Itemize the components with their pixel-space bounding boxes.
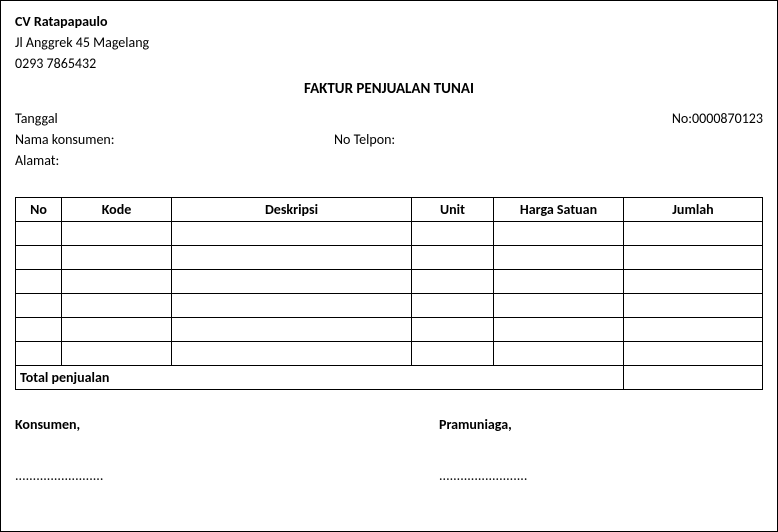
- no-value: 0000870123: [692, 110, 763, 127]
- signatures: Konsumen, ......................... Pram…: [15, 416, 763, 484]
- signature-konsumen: Konsumen, .........................: [15, 416, 389, 484]
- invoice-page: CV Ratapapaulo Jl Anggrek 45 Magelang 02…: [0, 0, 778, 532]
- meta-row-2: Nama konsumen: No Telpon:: [15, 129, 763, 150]
- header-deskripsi: Deskripsi: [172, 198, 412, 222]
- company-info: CV Ratapapaulo Jl Anggrek 45 Magelang 02…: [15, 11, 763, 74]
- signature-pramuniaga: Pramuniaga, .........................: [389, 416, 763, 484]
- table-row: [16, 222, 763, 246]
- total-row: Total penjualan: [16, 366, 763, 390]
- company-name: CV Ratapapaulo: [15, 11, 763, 32]
- table-row: [16, 342, 763, 366]
- total-label: Total penjualan: [16, 366, 624, 390]
- nama-konsumen-label: Nama konsumen:: [15, 129, 334, 150]
- company-phone: 0293 7865432: [15, 53, 763, 74]
- tanggal-label: Tanggal: [15, 108, 672, 129]
- table-header-row: No Kode Deskripsi Unit Harga Satuan Juml…: [16, 198, 763, 222]
- total-value: [624, 366, 763, 390]
- header-jumlah: Jumlah: [624, 198, 763, 222]
- no-telpon-label: No Telpon:: [334, 129, 653, 150]
- header-unit: Unit: [412, 198, 494, 222]
- table-row: [16, 294, 763, 318]
- document-title: FAKTUR PENJUALAN TUNAI: [15, 80, 763, 98]
- konsumen-label: Konsumen,: [15, 416, 389, 433]
- pramuniaga-label: Pramuniaga,: [439, 416, 763, 433]
- header-harga-satuan: Harga Satuan: [494, 198, 624, 222]
- table-row: [16, 318, 763, 342]
- invoice-table: No Kode Deskripsi Unit Harga Satuan Juml…: [15, 197, 763, 390]
- invoice-number: No:0000870123: [672, 108, 763, 129]
- pramuniaga-sign-line: .........................: [439, 467, 763, 484]
- alamat-label: Alamat:: [15, 150, 763, 171]
- table-row: [16, 246, 763, 270]
- table-row: [16, 270, 763, 294]
- header-kode: Kode: [62, 198, 172, 222]
- meta-row-3: Alamat:: [15, 150, 763, 171]
- header-no: No: [16, 198, 62, 222]
- meta-row-1: Tanggal No:0000870123: [15, 108, 763, 129]
- konsumen-sign-line: .........................: [15, 467, 389, 484]
- company-address: Jl Anggrek 45 Magelang: [15, 32, 763, 53]
- no-label: No:: [672, 110, 692, 127]
